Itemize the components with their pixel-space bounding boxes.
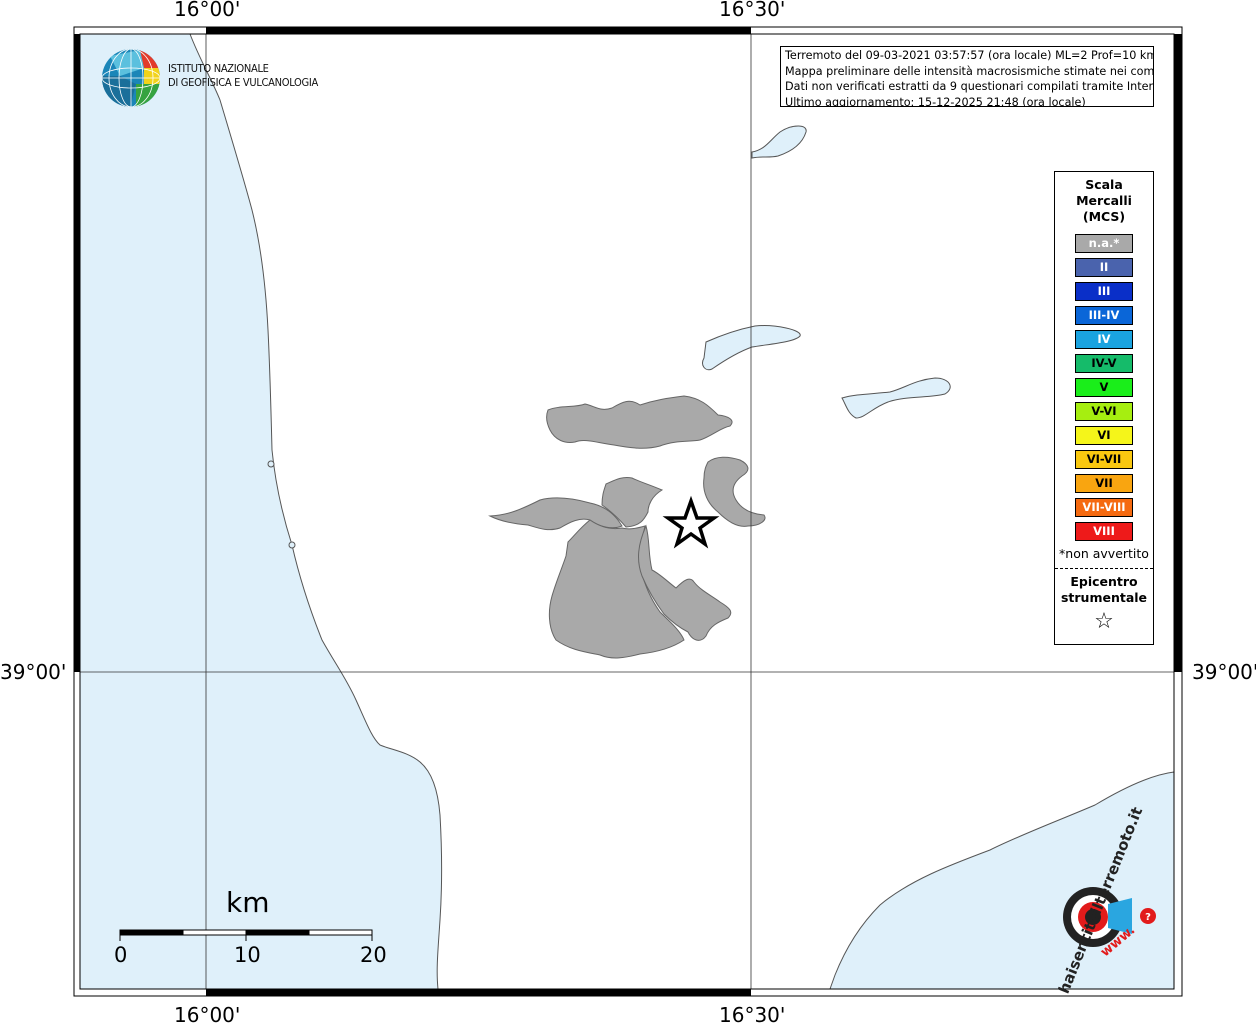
scale-bar-tick-0: 0 [114,943,128,967]
legend-title-line3: (MCS) [1082,209,1126,224]
legend-item: IV [1075,330,1133,349]
legend-item: IV-V [1075,354,1133,373]
legend-item: VII-VIII [1075,498,1133,517]
legend-title-line2: Mercalli [1076,193,1132,208]
lon-label-bottom-left: 16°00' [174,1003,241,1027]
legend-note: *non avvertito [1059,546,1149,561]
legend-item: III-IV [1075,306,1133,325]
scale-bar-tick-10: 10 [234,943,261,967]
legend-item: V-VI [1075,402,1133,421]
lat-label-left: 39°00' [0,660,67,684]
mcs-legend: Scala Mercalli (MCS) n.a.* II III III-IV IV I… [1054,171,1154,645]
info-line-last-update: Ultimo aggiornamento: 15-12-2025 21:48 (… [785,95,1086,107]
earthquake-info-box: Terremoto del 09-03-2021 03:57:57 (ora l… [780,46,1154,107]
ingv-name-line1: ISTITUTO NAZIONALE [168,62,269,75]
ingv-name-line2: DI GEOFISICA E VULCANOLOGIA [168,76,318,89]
scale-bar-tick-20: 20 [360,943,387,967]
info-line-data-source: Dati non verificati estratti da 9 questi… [785,80,1154,94]
legend-item: VI-VII [1075,450,1133,469]
ingv-logo[interactable]: ISTITUTO NAZIONALE DI GEOFISICA E VULCAN… [100,46,330,110]
legend-items: n.a.* II III III-IV IV IV-V V V-VI VI VI-VII VII VI… [1055,234,1153,541]
legend-title-line1: Scala [1085,177,1123,192]
islet [288,541,296,549]
info-line-event: Terremoto del 09-03-2021 03:57:57 (ora l… [785,49,1154,62]
legend-item: VI [1075,426,1133,445]
legend-epicenter-line2: strumentale [1060,590,1148,605]
legend-item: VIII [1075,522,1133,541]
islet [267,460,275,468]
legend-item: VII [1075,474,1133,493]
legend-item: n.a.* [1075,234,1133,253]
legend-epicenter-line1: Epicentro [1070,574,1138,589]
info-line-map-description: Mappa preliminare delle intensità macros… [785,64,1154,78]
lon-label-top-left: 16°00' [174,0,241,21]
legend-item: III [1075,282,1133,301]
legend-item: V [1075,378,1133,397]
lon-label-bottom-right: 16°30' [719,1003,786,1027]
legend-divider [1055,568,1153,569]
lon-label-top-right: 16°30' [719,0,786,21]
svg-text:?: ? [1145,912,1151,923]
legend-epicenter-star-icon: ☆ [1094,609,1114,634]
map-view: ? 16°00' 16°30' 16°00' 16°30' 39°00' 39°… [0,0,1256,1027]
lat-label-right: 39°00' [1192,660,1256,684]
scale-bar-unit: km [226,886,270,919]
legend-item: II [1075,258,1133,277]
globe-icon [102,49,160,107]
